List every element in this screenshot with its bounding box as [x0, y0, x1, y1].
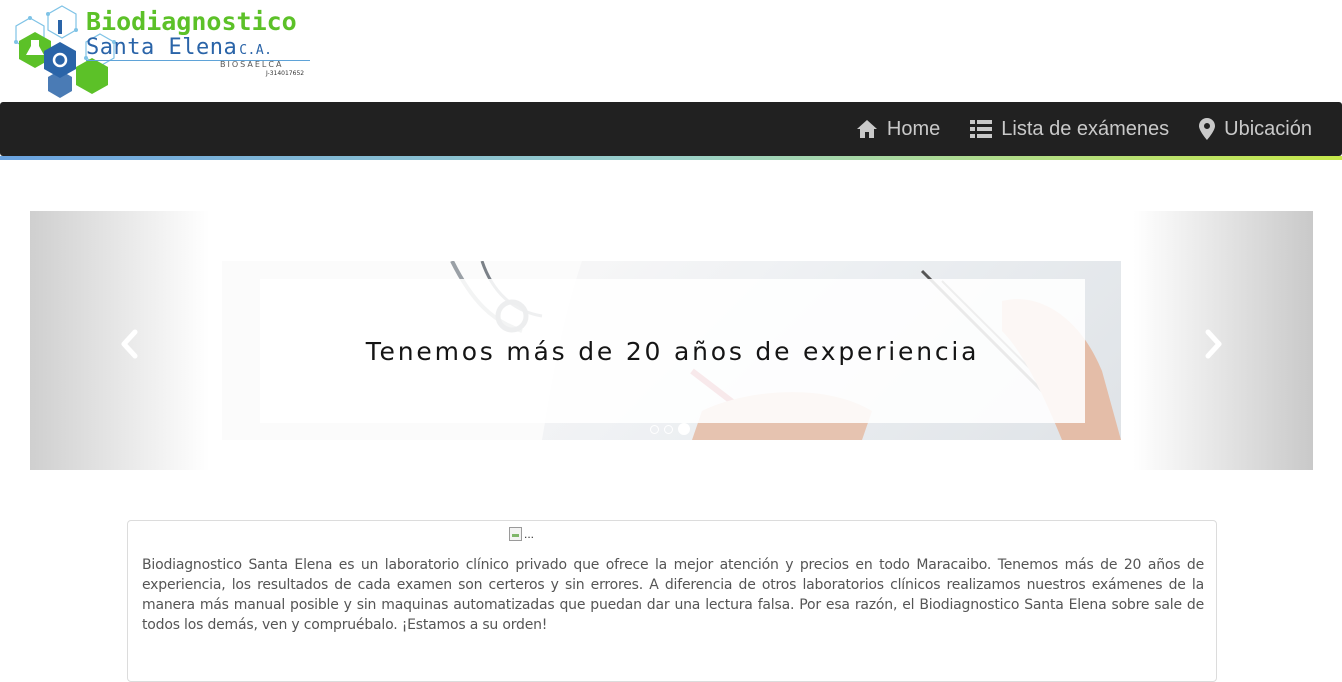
about-image-alt: ... [524, 527, 535, 541]
about-card: ... Biodiagnostico Santa Elena es un lab… [127, 520, 1217, 682]
image-carousel: Tenemos más de 20 años de experiencia [30, 211, 1313, 470]
site-header: Biodiagnostico Santa Elena C.A. BIOSAELCA… [0, 0, 1342, 102]
carousel-slide-image: Tenemos más de 20 años de experiencia [222, 261, 1121, 440]
nav-item-lista-examenes[interactable]: Lista de exámenes [970, 118, 1169, 141]
logo-title: Biodiagnostico [86, 7, 297, 36]
carousel-caption-box: Tenemos más de 20 años de experiencia [260, 279, 1085, 423]
map-marker-icon [1199, 118, 1216, 140]
logo[interactable]: Biodiagnostico Santa Elena C.A. BIOSAELCA… [10, 4, 320, 98]
nav-items: Home Lista de exámenes Ubicación [826, 102, 1312, 156]
nav-item-home-label: Home [886, 117, 941, 140]
nav-item-ubicacion[interactable]: Ubicación [1199, 118, 1312, 141]
carousel-prev-button[interactable] [118, 329, 142, 359]
broken-image-icon [509, 527, 522, 541]
list-icon [970, 120, 993, 138]
logo-short-name: BIOSAELCA [220, 60, 284, 69]
logo-suffix: C.A. [239, 43, 273, 58]
logo-rif: J-314017652 [266, 70, 305, 77]
chevron-left-icon [121, 329, 138, 359]
logo-subtitle: Santa Elena C.A. [86, 36, 273, 63]
nav-item-home[interactable]: Home [856, 118, 940, 141]
carousel-indicator-1[interactable] [650, 424, 659, 434]
carousel-indicators [650, 423, 695, 435]
chevron-right-icon [1205, 329, 1222, 359]
home-icon [856, 120, 877, 138]
about-text: Biodiagnostico Santa Elena es un laborat… [142, 557, 1204, 633]
nav-item-ubicacion-label: Ubicación [1224, 117, 1312, 140]
carousel-indicator-3[interactable] [678, 423, 690, 435]
navbar-accent-stripe [0, 156, 1342, 160]
about-image: ... [509, 527, 534, 541]
carousel-next-button[interactable] [1201, 329, 1225, 359]
nav-item-lista-examenes-label: Lista de exámenes [1001, 117, 1170, 140]
carousel-indicator-2[interactable] [664, 424, 673, 434]
logo-subtitle-text: Santa Elena [86, 35, 238, 60]
carousel-caption: Tenemos más de 20 años de experiencia [365, 336, 980, 366]
main-navbar: Home Lista de exámenes Ubicación [0, 102, 1342, 156]
